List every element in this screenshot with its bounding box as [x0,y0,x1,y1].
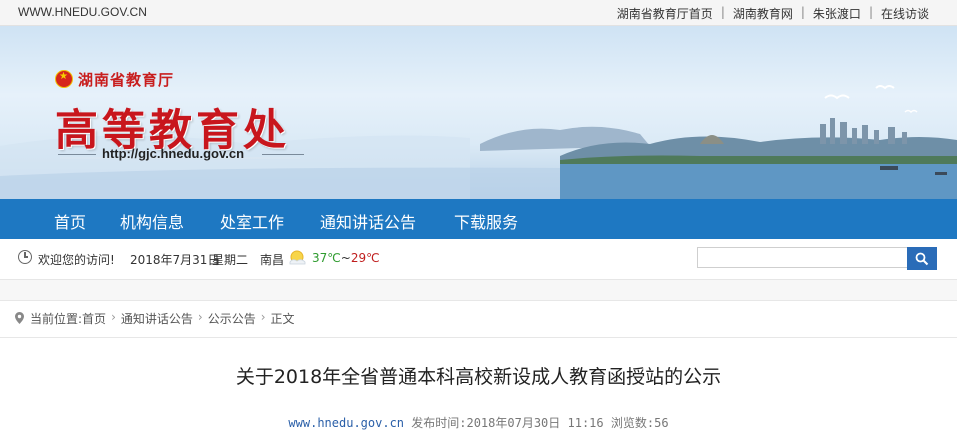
nav-item-office-work[interactable]: 处室工作 [220,209,284,233]
views-label: 浏览数: [610,416,655,430]
welcome-text: 欢迎您的访问! [38,253,115,267]
header-banner: 湖南省教育厅 高等教育处 http://gjc.hnedu.gov.cn [0,26,957,199]
sunny-weather-icon [289,250,306,265]
temperature-range: 37℃~29℃ [312,251,380,265]
search-icon [915,252,929,266]
nav-item-notices[interactable]: 通知讲话公告 [320,209,416,233]
department-name: 湖南省教育厅 [78,71,175,89]
chevron-right-icon: › [111,310,116,324]
info-bar: 欢迎您的访问! 2018年7月31日 星期二 南昌 37℃~29℃ [0,239,957,280]
chevron-right-icon: › [260,310,266,324]
nav-item-org-info[interactable]: 机构信息 [120,209,184,233]
national-emblem-icon [55,70,73,88]
current-date: 2018年7月31日 [130,253,220,267]
breadcrumb-notices[interactable]: 通知讲话公告 [121,310,193,327]
article-title: 关于2018年全省普通本科高校新设成人教育函授站的公示 [235,366,722,388]
banner-url: http://gjc.hnedu.gov.cn [102,146,245,161]
chevron-right-icon: › [197,310,203,324]
search-input[interactable] [697,247,907,268]
publish-time: 2018年07月30日 11:16 [466,416,604,430]
spacer-band [0,280,957,300]
breadcrumb-home[interactable]: 首页 [82,310,106,327]
breadcrumb: 当前位置: 首页 › 通知讲话公告 › 公示公告 › 正文 [0,300,957,338]
top-utility-bar: WWW.HNEDU.GOV.CN 湖南省教育厅首页 | 湖南教育网 | 朱张渡口… [0,0,957,26]
nav-item-home[interactable]: 首页 [54,209,86,233]
clock-icon [18,250,32,264]
article-meta: www.hnedu.gov.cn 发布时间:2018年07月30日 11:16 … [0,414,957,431]
top-link-edu-dept-home[interactable]: 湖南省教育厅首页 [617,5,713,22]
breadcrumb-current: 正文 [270,312,295,326]
breadcrumb-label: 当前位置: [30,312,83,326]
top-links: 湖南省教育厅首页 | 湖南教育网 | 朱张渡口 | 在线访谈 [616,5,929,22]
publish-label: 发布时间: [411,416,467,430]
views-count: 56 [654,416,669,430]
breadcrumb-announcements[interactable]: 公示公告 [208,310,256,327]
location-pin-icon [15,312,24,324]
current-weekday: 星期二 [212,253,249,267]
weather-city: 南昌 [260,253,285,267]
site-domain: WWW.HNEDU.GOV.CN [18,5,147,19]
search-button[interactable] [907,247,937,270]
nav-item-downloads[interactable]: 下载服务 [454,209,518,233]
main-nav: 首页 机构信息 处室工作 通知讲话公告 下载服务 [0,199,957,239]
article-source[interactable]: www.hnedu.gov.cn [288,416,404,430]
top-link-hunan-edu-net[interactable]: 湖南教育网 [733,5,793,22]
top-link-zhuzhang-ferry[interactable]: 朱张渡口 [813,5,861,22]
top-link-online-interview[interactable]: 在线访谈 [881,5,929,22]
